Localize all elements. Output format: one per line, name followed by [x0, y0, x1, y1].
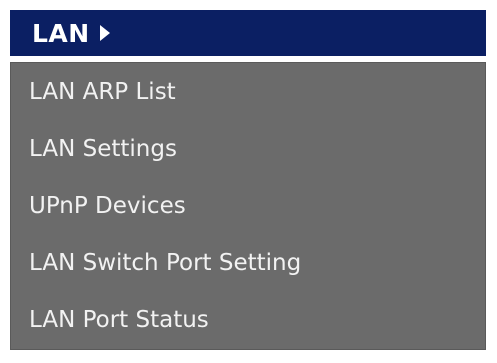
lan-menu-title: LAN [32, 18, 90, 48]
menu-item-lan-arp-list[interactable]: LAN ARP List [11, 63, 485, 120]
lan-submenu: LAN ARP List LAN Settings UPnP Devices L… [10, 62, 486, 350]
menu-item-lan-settings[interactable]: LAN Settings [11, 120, 485, 177]
triangle-right-icon [99, 25, 110, 41]
menu-item-upnp-devices[interactable]: UPnP Devices [11, 177, 485, 234]
menu-item-lan-switch-port-setting[interactable]: LAN Switch Port Setting [11, 235, 485, 292]
lan-menu-header[interactable]: LAN [10, 10, 486, 56]
lan-menu: LAN LAN ARP List LAN Settings UPnP Devic… [10, 10, 486, 350]
menu-item-lan-port-status[interactable]: LAN Port Status [11, 292, 485, 349]
